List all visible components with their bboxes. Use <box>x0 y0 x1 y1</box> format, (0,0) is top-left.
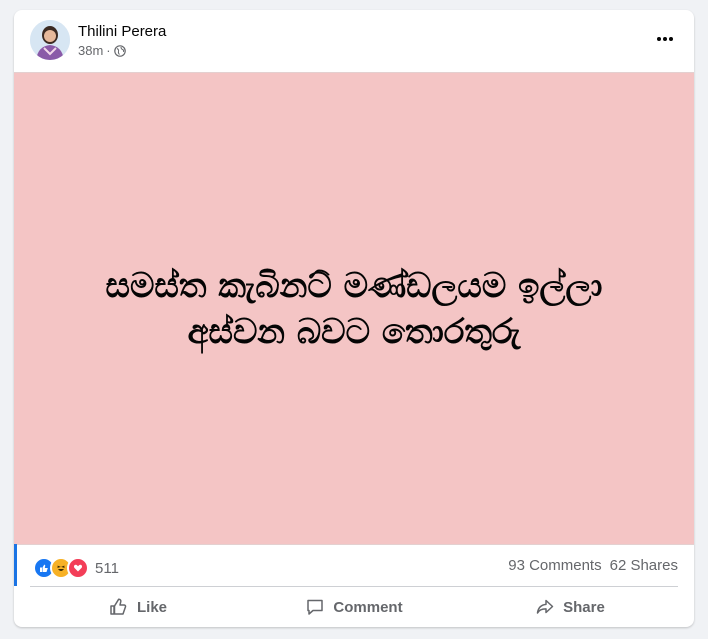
post-actions-bar: Like Comment Share <box>30 588 678 626</box>
comments-count-link[interactable]: 93 Comments <box>508 557 601 574</box>
comment-icon <box>307 599 324 615</box>
thumbs-up-icon <box>110 598 127 615</box>
more-options-button[interactable] <box>650 26 680 52</box>
avatar[interactable] <box>30 20 70 60</box>
post-stats: 511 93 Comments 62 Shares <box>14 544 694 586</box>
post-card: Thilini Perera 38m · සමස්ත කැබිනට් මණ්ඩල… <box>14 10 694 627</box>
like-label: Like <box>136 598 167 616</box>
post-header: Thilini Perera 38m · <box>14 10 694 72</box>
post-text-line-1: සමස්ත කැබිනට් මණ්ඩලයම ඉල්ලා <box>105 265 603 306</box>
share-button[interactable]: Share <box>462 588 678 626</box>
like-button[interactable]: Like <box>30 588 246 626</box>
author-name[interactable]: Thilini Perera <box>78 23 166 40</box>
post-meta: 38m · <box>78 43 126 58</box>
share-label: Share <box>563 598 605 616</box>
text-post-background: සමස්ත කැබිනට් මණ්ඩලයම ඉල්ලා අස්වන බවට තො… <box>14 72 694 545</box>
meta-separator: · <box>106 43 111 58</box>
more-options-icon <box>657 37 673 41</box>
share-arrow-icon <box>536 599 554 614</box>
reaction-count: 511 <box>95 559 119 577</box>
engagement-counts: 93 Comments 62 Shares <box>508 557 678 574</box>
reaction-summary[interactable]: 511 <box>33 557 119 579</box>
post-text-line-2: අස්වන බවට තොරතුරු <box>187 311 521 352</box>
globe-icon <box>113 44 126 57</box>
love-icon <box>67 557 89 579</box>
actions-divider <box>30 586 678 587</box>
comment-label: Comment <box>333 598 403 616</box>
shares-count-link[interactable]: 62 Shares <box>610 557 678 574</box>
avatar-image <box>30 20 70 60</box>
comment-button[interactable]: Comment <box>246 588 462 626</box>
post-text: සමස්ත කැබිනට් මණ්ඩලයම ඉල්ලා අස්වන බවට තො… <box>44 263 664 355</box>
post-time[interactable]: 38m <box>78 43 103 58</box>
